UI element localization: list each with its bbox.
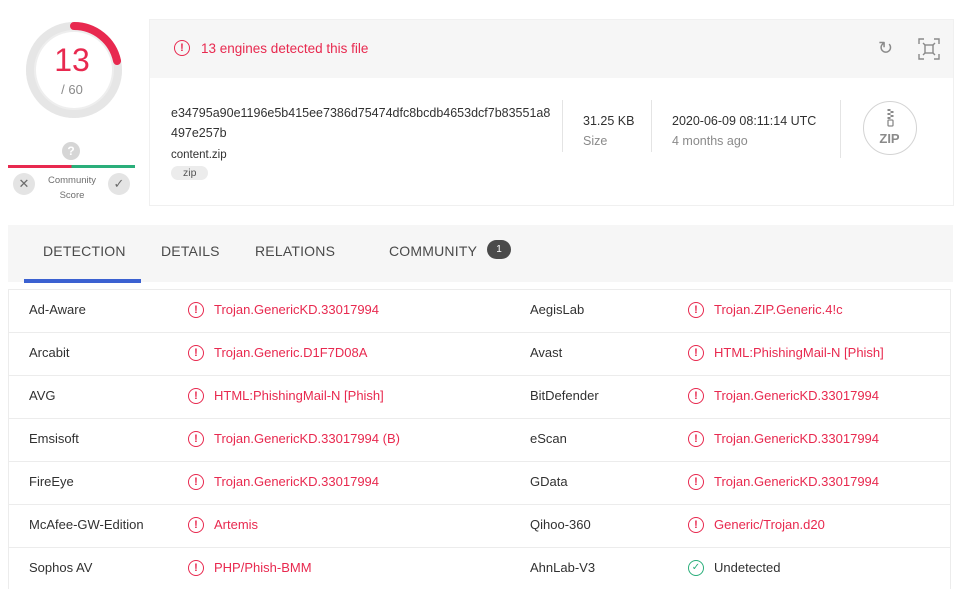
detection-result: HTML:PhishingMail-N [Phish] — [714, 345, 884, 360]
alert-circle-icon: ! — [188, 345, 204, 361]
detection-result: Trojan.GenericKD.33017994 (B) — [214, 431, 400, 446]
reanalyze-icon[interactable]: ↻ — [878, 38, 893, 59]
alert-circle-icon: ! — [188, 431, 204, 447]
similar-files-icon[interactable] — [918, 38, 940, 60]
alert-circle-icon: ! — [688, 388, 704, 404]
row-divider — [9, 547, 950, 548]
detection-result: Trojan.GenericKD.33017994 — [714, 388, 880, 403]
detection-result: HTML:PhishingMail-N [Phish] — [214, 388, 384, 403]
last-analysis-date: 2020-06-09 08:11:14 UTC — [672, 114, 817, 128]
detection-result: Trojan.GenericKD.33017994 — [714, 474, 880, 489]
community-score-label: Community Score — [40, 173, 104, 203]
file-type-badge: ZIP — [879, 131, 900, 146]
engine-name: Qihoo-360 — [530, 517, 591, 532]
engine-name: Arcabit — [29, 345, 70, 360]
detection-result: Trojan.GenericKD.33017994 — [214, 302, 380, 317]
alert-circle-icon: ! — [188, 388, 204, 404]
engine-name: Avast — [530, 345, 563, 360]
alert-circle-icon: ! — [688, 302, 704, 318]
file-tag[interactable]: zip — [171, 166, 209, 180]
engine-name: Sophos AV — [29, 560, 93, 575]
zip-file-icon: ZIP — [863, 101, 917, 155]
detection-result: Undetected — [714, 560, 781, 575]
divider — [840, 100, 841, 158]
alert-circle-icon: ! — [188, 302, 204, 318]
file-size-value: 31.25 KB — [583, 114, 635, 128]
check-circle-icon: ✓ — [688, 560, 704, 576]
engine-name: Ad-Aware — [29, 302, 86, 317]
engine-name: AVG — [29, 388, 56, 403]
detection-result: Trojan.GenericKD.33017994 — [214, 474, 380, 489]
detection-result: PHP/Phish-BMM — [214, 560, 312, 575]
row-divider — [9, 504, 950, 505]
tab-relations[interactable]: RELATIONS — [255, 243, 335, 259]
engine-name: BitDefender — [530, 388, 599, 403]
engine-name: eScan — [530, 431, 567, 446]
upvote-button[interactable]: ✓ — [108, 173, 130, 195]
engine-name: Emsisoft — [29, 431, 79, 446]
detection-count: 13 — [54, 42, 90, 78]
engine-name: AhnLab-V3 — [530, 560, 596, 575]
alert-circle-icon: ! — [688, 431, 704, 447]
file-size-label: Size — [583, 134, 608, 148]
detection-result: Trojan.Generic.D1F7D08A — [214, 345, 368, 360]
community-count-badge: 1 — [487, 240, 511, 259]
alert-circle-icon: ! — [688, 345, 704, 361]
community-label-line2: Score — [59, 190, 85, 201]
engine-name: McAfee-GW-Edition — [29, 517, 144, 532]
engine-total: / 60 — [61, 82, 83, 97]
community-score-bar — [8, 165, 135, 168]
last-analysis-relative: 4 months ago — [672, 134, 748, 148]
divider — [562, 100, 563, 152]
alert-circle-icon: ! — [188, 517, 204, 533]
tab-detection[interactable]: DETECTION — [43, 243, 126, 259]
alert-circle-icon: ! — [688, 474, 704, 490]
tab-details[interactable]: DETAILS — [161, 243, 220, 259]
row-divider — [9, 461, 950, 462]
alert-circle-icon: ! — [188, 560, 204, 576]
tab-community[interactable]: COMMUNITY — [389, 243, 477, 259]
engine-name: FireEye — [29, 474, 74, 489]
detection-result: Generic/Trojan.d20 — [714, 517, 825, 532]
alert-circle-icon: ! — [174, 40, 190, 56]
divider — [651, 100, 652, 152]
downvote-button[interactable]: ✕ — [13, 173, 35, 195]
alert-circle-icon: ! — [188, 474, 204, 490]
detection-result: Trojan.GenericKD.33017994 — [714, 431, 880, 446]
detection-result: Trojan.ZIP.Generic.4!c — [714, 302, 843, 317]
engine-name: AegisLab — [530, 302, 585, 317]
community-label-line1: Community — [47, 175, 97, 186]
file-name: content.zip — [171, 149, 227, 161]
alert-circle-icon: ! — [688, 517, 704, 533]
detection-result: Artemis — [214, 517, 259, 532]
engine-name: GData — [530, 474, 568, 489]
file-hash[interactable]: e34795a90e1196e5b415ee7386d75474dfc8bcdb… — [171, 103, 551, 143]
row-divider — [9, 418, 950, 419]
row-divider — [9, 375, 950, 376]
community-score-unknown-icon: ? — [62, 142, 80, 160]
detection-alert-text: 13 engines detected this file — [201, 41, 369, 56]
row-divider — [9, 332, 950, 333]
tab-bar — [8, 225, 953, 282]
active-tab-indicator — [24, 279, 141, 283]
